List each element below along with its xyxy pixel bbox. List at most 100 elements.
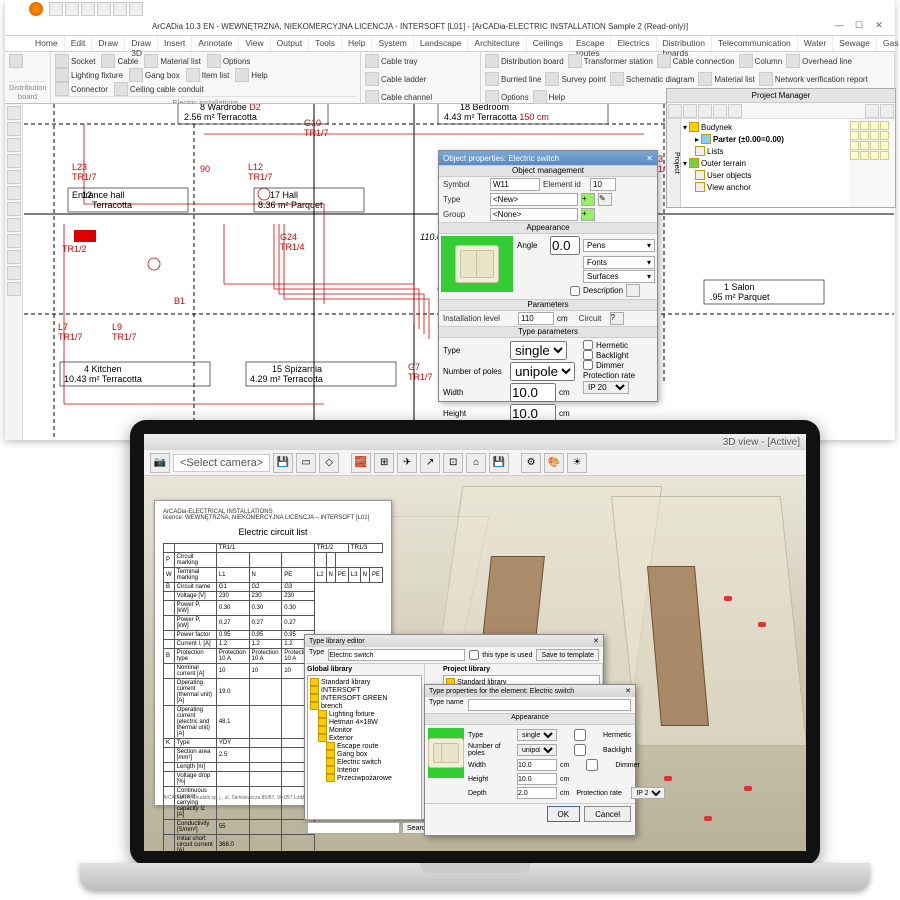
- tab-draw3d[interactable]: Draw 3D: [125, 36, 158, 51]
- angle-input[interactable]: [550, 236, 580, 255]
- tab-escape[interactable]: Escape routes: [570, 36, 611, 51]
- tool-icon[interactable]: [7, 106, 21, 120]
- type-select[interactable]: [490, 193, 578, 206]
- tool-icon[interactable]: [7, 170, 21, 184]
- eye-icon[interactable]: [850, 121, 859, 130]
- btn-socket[interactable]: Socket: [55, 54, 95, 68]
- dimmer-checkbox[interactable]: [583, 360, 593, 370]
- tab-water[interactable]: Water: [798, 36, 833, 51]
- tree-item[interactable]: View anchor: [683, 181, 847, 193]
- gear-icon[interactable]: ⚙: [521, 453, 541, 473]
- save-cam-icon[interactable]: 💾: [273, 453, 293, 473]
- btn-options-2[interactable]: Options: [485, 90, 529, 104]
- eye-icon[interactable]: [880, 141, 889, 150]
- surfaces-button[interactable]: Surfaces▾: [583, 270, 655, 283]
- target-icon[interactable]: ↗: [420, 453, 440, 473]
- close-icon[interactable]: ✕: [593, 637, 599, 645]
- tree-item[interactable]: Standard library: [310, 678, 419, 686]
- element-id-input[interactable]: [590, 178, 616, 191]
- prate-select[interactable]: IP 20: [583, 381, 629, 394]
- tool-icon[interactable]: [7, 202, 21, 216]
- tab-tools[interactable]: Tools: [309, 36, 342, 51]
- home-icon[interactable]: ⌂: [466, 453, 486, 473]
- btn-connector[interactable]: Connector: [55, 82, 108, 96]
- pm-tool-icon[interactable]: [880, 104, 894, 118]
- pm-tool-icon[interactable]: [683, 104, 697, 118]
- eye-icon[interactable]: [880, 121, 889, 130]
- eye-icon[interactable]: [870, 131, 879, 140]
- cancel-button[interactable]: Cancel: [584, 806, 631, 822]
- eye-icon[interactable]: [870, 141, 879, 150]
- tree-item[interactable]: Przeciwpożarowe: [310, 774, 419, 782]
- camera-icon[interactable]: 📷: [150, 453, 170, 473]
- ok-button[interactable]: OK: [547, 806, 581, 822]
- pm-tool-icon[interactable]: [865, 104, 879, 118]
- tab-view[interactable]: View: [239, 36, 270, 51]
- btn-cable-channel[interactable]: Cable channel: [365, 90, 432, 104]
- eye-icon[interactable]: [860, 141, 869, 150]
- axon-icon[interactable]: ◇: [319, 453, 339, 473]
- panel-side-tab[interactable]: Project: [667, 119, 681, 207]
- tab-system[interactable]: System: [372, 36, 413, 51]
- dialog-title-bar[interactable]: Type properties for the element: Electri…: [425, 685, 635, 697]
- grid-icon[interactable]: ⊡: [443, 453, 463, 473]
- tree-item[interactable]: User objects: [683, 169, 847, 181]
- add-type-button[interactable]: +: [581, 193, 595, 206]
- btn-overhead[interactable]: Overhead line: [786, 54, 852, 68]
- save-icon[interactable]: 💾: [489, 453, 509, 473]
- eye-icon[interactable]: [880, 151, 889, 160]
- tool-icon[interactable]: [7, 250, 21, 264]
- tree-item[interactable]: Lists: [683, 145, 847, 157]
- tool-icon[interactable]: [7, 122, 21, 136]
- tab-gas[interactable]: Gas: [877, 36, 900, 51]
- tab-landscape[interactable]: Landscape: [414, 36, 469, 51]
- btn-dist-board[interactable]: [9, 54, 23, 68]
- used-checkbox[interactable]: [469, 650, 479, 660]
- tree-item[interactable]: ▾Outer terrain: [683, 157, 847, 169]
- eye-icon[interactable]: [870, 151, 879, 160]
- dialog-title-bar[interactable]: Object properties: Electric switch ✕: [439, 151, 657, 165]
- render-icon[interactable]: 🧱: [351, 453, 371, 473]
- pm-tool-icon[interactable]: [698, 104, 712, 118]
- palette-icon[interactable]: 🎨: [544, 453, 564, 473]
- width-input[interactable]: [510, 383, 556, 402]
- tool-icon[interactable]: [7, 266, 21, 280]
- btn-ceiling-conduit[interactable]: Ceiling cable conduit: [114, 82, 204, 96]
- tree-item[interactable]: ▾Budynek: [683, 121, 847, 133]
- btn-options[interactable]: Options: [207, 54, 251, 68]
- eye-icon[interactable]: [860, 121, 869, 130]
- tree-item[interactable]: Lighting fixture: [310, 710, 419, 718]
- sun-icon[interactable]: ☀: [567, 453, 587, 473]
- camera-select[interactable]: <Select camera>: [173, 454, 270, 472]
- backlight-checkbox[interactable]: [583, 350, 593, 360]
- btn-column[interactable]: Column: [739, 54, 783, 68]
- btn-cable-tray[interactable]: Cable tray: [365, 54, 417, 68]
- tool-icon[interactable]: [7, 218, 21, 232]
- tab-distboards[interactable]: Distribution boards: [657, 36, 713, 51]
- tab-output[interactable]: Output: [271, 36, 310, 51]
- btn-gangbox[interactable]: Gang box: [129, 68, 180, 82]
- type-name-input[interactable]: [468, 699, 631, 711]
- poles-select[interactable]: unipole: [510, 362, 575, 381]
- type-field[interactable]: [328, 649, 465, 661]
- add-group-button[interactable]: +: [581, 208, 595, 221]
- eye-icon[interactable]: [850, 151, 859, 160]
- edit-type-button[interactable]: ✎: [598, 193, 612, 206]
- minimize-button[interactable]: —: [829, 20, 849, 34]
- tool-icon[interactable]: [7, 282, 21, 296]
- hermetic-checkbox[interactable]: [560, 729, 600, 741]
- desc-edit-button[interactable]: [626, 284, 640, 297]
- eye-icon[interactable]: [880, 131, 889, 140]
- search-input[interactable]: [307, 822, 400, 834]
- btn-itemlist[interactable]: Item list: [186, 68, 230, 82]
- desc-checkbox[interactable]: [570, 286, 580, 296]
- eye-icon[interactable]: [860, 131, 869, 140]
- tab-edit[interactable]: Edit: [65, 36, 93, 51]
- eye-icon[interactable]: [850, 131, 859, 140]
- tool-icon[interactable]: [7, 186, 21, 200]
- prate-select[interactable]: IP 20: [631, 787, 665, 799]
- tree-item[interactable]: Gang box: [310, 750, 419, 758]
- type-select[interactable]: single: [517, 729, 557, 741]
- group-select[interactable]: [490, 208, 578, 221]
- btn-netverif[interactable]: Network verification report: [759, 72, 868, 86]
